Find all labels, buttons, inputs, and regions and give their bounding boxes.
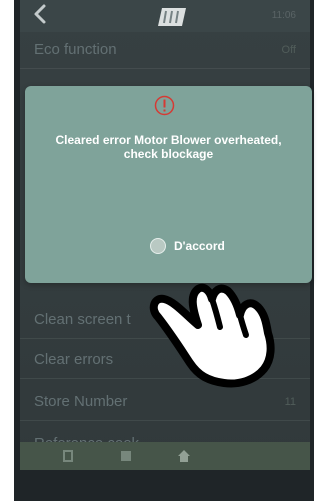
dialog-ok-button[interactable]: D'accord <box>150 236 242 256</box>
alert-circle-icon <box>154 95 175 116</box>
error-dialog: Cleared error Motor Blower overheated, c… <box>25 86 312 283</box>
dialog-ok-label: D'accord <box>174 239 225 253</box>
dialog-message: Cleared error Motor Blower overheated, c… <box>55 133 282 161</box>
radio-circle-icon <box>150 238 166 254</box>
